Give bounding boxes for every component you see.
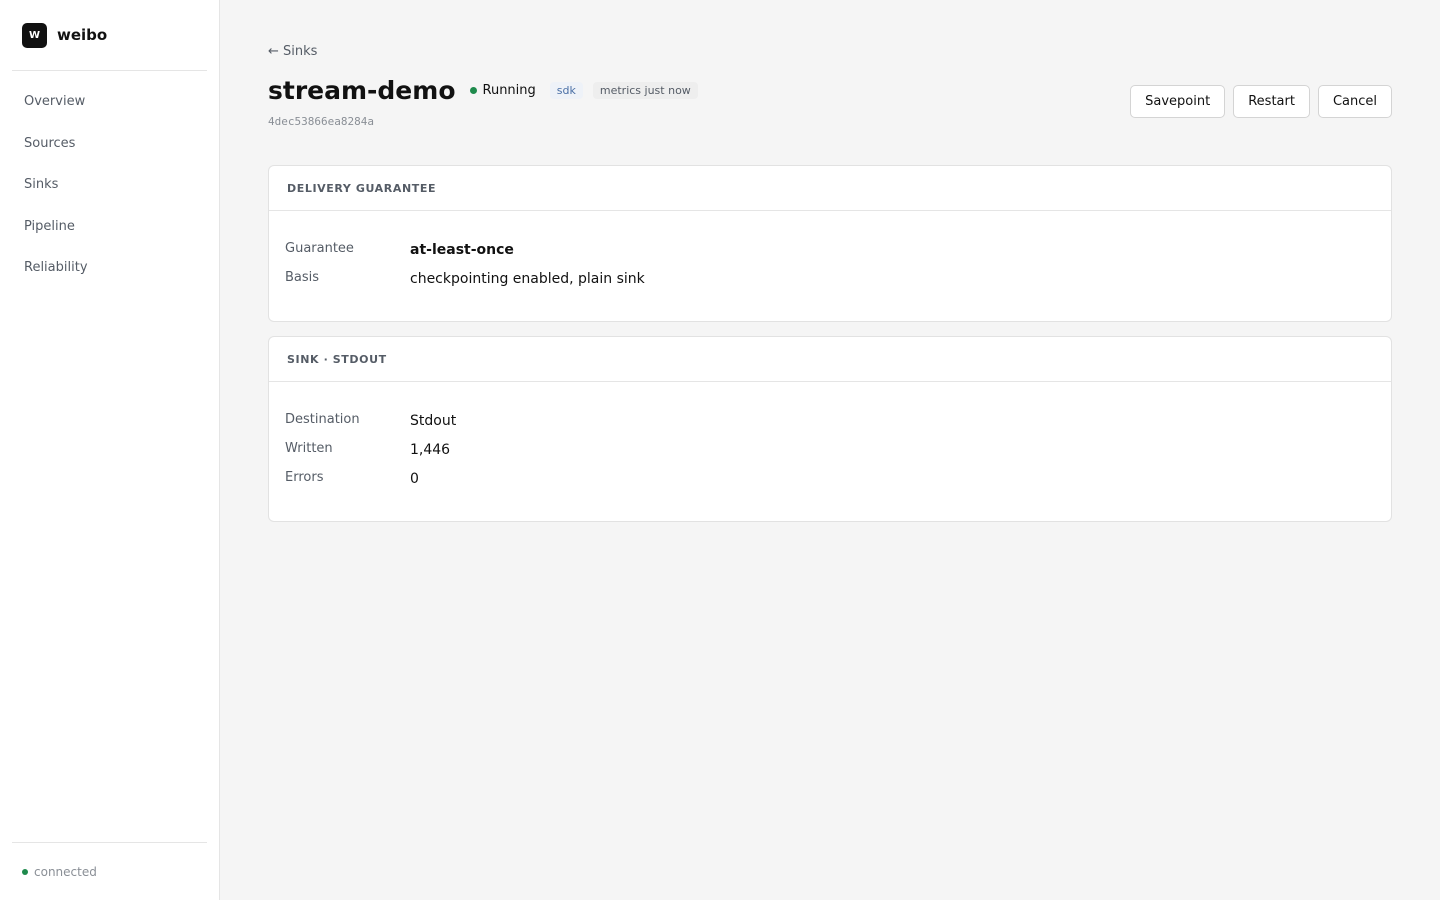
kv-key: Errors [285,470,324,485]
basis-value: checkpointing enabled, plain sink [410,270,645,287]
kv-key: Written [285,441,333,456]
status-running-dot-icon [469,87,477,94]
app-logo-icon: W [22,22,47,48]
kv-key: Basis [285,270,320,285]
guarantee-value: at-least-once [410,241,514,258]
job-id: 4dec53866ea8284a [268,115,374,128]
title-row: stream-demo Running sdk metrics just now [268,76,698,105]
errors-value: 0 [410,470,419,487]
card-body: Guarantee at-least-once Basis checkpoint… [269,211,1391,315]
sidebar-item-overview[interactable]: Overview [12,81,207,123]
kv-key: Destination [285,412,360,427]
status-label: Running [482,83,536,98]
sdk-tag: sdk [549,82,583,99]
savepoint-button[interactable]: Savepoint [1130,85,1226,118]
destination-value: Stdout [410,412,457,429]
card-title: DELIVERY GUARANTEE [269,166,1391,211]
connected-dot-icon [22,868,28,875]
written-value: 1,446 [410,441,451,458]
sink-stdout-card: SINK · STDOUT Destination Stdout Written… [268,336,1392,522]
page-title: stream-demo [268,76,456,105]
connection-status-label: connected [34,864,97,879]
restart-button[interactable]: Restart [1233,85,1310,118]
kv-row: Errors 0 [285,464,1375,493]
card-title: SINK · STDOUT [269,337,1391,382]
delivery-guarantee-card: DELIVERY GUARANTEE Guarantee at-least-on… [268,165,1392,322]
sidebar-item-sinks[interactable]: Sinks [12,164,207,206]
main-content: ← Sinks stream-demo Running sdk metrics … [220,0,1440,900]
kv-key: Guarantee [285,241,354,256]
brand[interactable]: W weibo [12,0,207,71]
back-to-sinks-link[interactable]: ← Sinks [268,44,317,59]
sidebar-nav: Overview Sources Sinks Pipeline Reliabil… [12,71,207,289]
kv-row: Guarantee at-least-once [285,235,1375,264]
kv-row: Destination Stdout [285,406,1375,435]
status-badge: Running [469,83,536,98]
card-body: Destination Stdout Written 1,446 Errors … [269,382,1391,515]
cancel-button[interactable]: Cancel [1317,85,1392,118]
sidebar-item-pipeline[interactable]: Pipeline [12,206,207,248]
app-name: weibo [57,26,108,44]
kv-row: Written 1,446 [285,435,1375,464]
metrics-freshness-tag: metrics just now [592,82,698,99]
kv-row: Basis checkpointing enabled, plain sink [285,264,1375,293]
connection-status: connected [12,842,207,900]
job-actions: Savepoint Restart Cancel [1130,85,1392,118]
sidebar: W weibo Overview Sources Sinks Pipeline … [0,0,220,900]
sidebar-item-reliability[interactable]: Reliability [12,247,207,289]
sidebar-item-sources[interactable]: Sources [12,123,207,165]
